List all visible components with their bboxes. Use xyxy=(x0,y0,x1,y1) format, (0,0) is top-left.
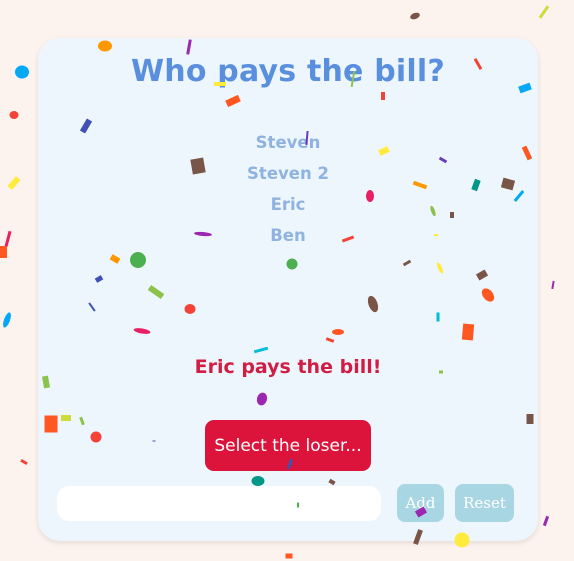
confetti-piece xyxy=(285,553,293,559)
add-button[interactable]: Add xyxy=(397,484,444,522)
confetti-piece xyxy=(551,280,555,290)
participant-list: Steven Steven 2 Eric Ben xyxy=(38,130,538,254)
page-title: Who pays the bill? xyxy=(131,54,445,89)
participant-name: Ben xyxy=(270,226,306,245)
app-card: Who pays the bill? Steven Steven 2 Eric … xyxy=(38,38,538,541)
participant-name: Eric xyxy=(270,195,306,214)
confetti-piece xyxy=(0,246,7,258)
name-input[interactable] xyxy=(57,486,381,521)
confetti-piece xyxy=(7,176,21,190)
confetti-piece xyxy=(538,5,550,19)
confetti-piece xyxy=(4,230,12,248)
confetti-piece xyxy=(15,65,29,79)
confetti-piece xyxy=(3,312,11,328)
participant-name: Steven 2 xyxy=(247,164,329,183)
reset-button[interactable]: Reset xyxy=(455,484,514,522)
confetti-piece xyxy=(410,12,420,20)
select-loser-button[interactable]: Select the loser... xyxy=(205,420,371,471)
confetti-piece xyxy=(20,458,28,466)
participant-name: Steven xyxy=(255,133,321,152)
result-message: Eric pays the bill! xyxy=(194,356,382,378)
confetti-piece xyxy=(9,111,19,119)
confetti-piece xyxy=(542,515,550,527)
